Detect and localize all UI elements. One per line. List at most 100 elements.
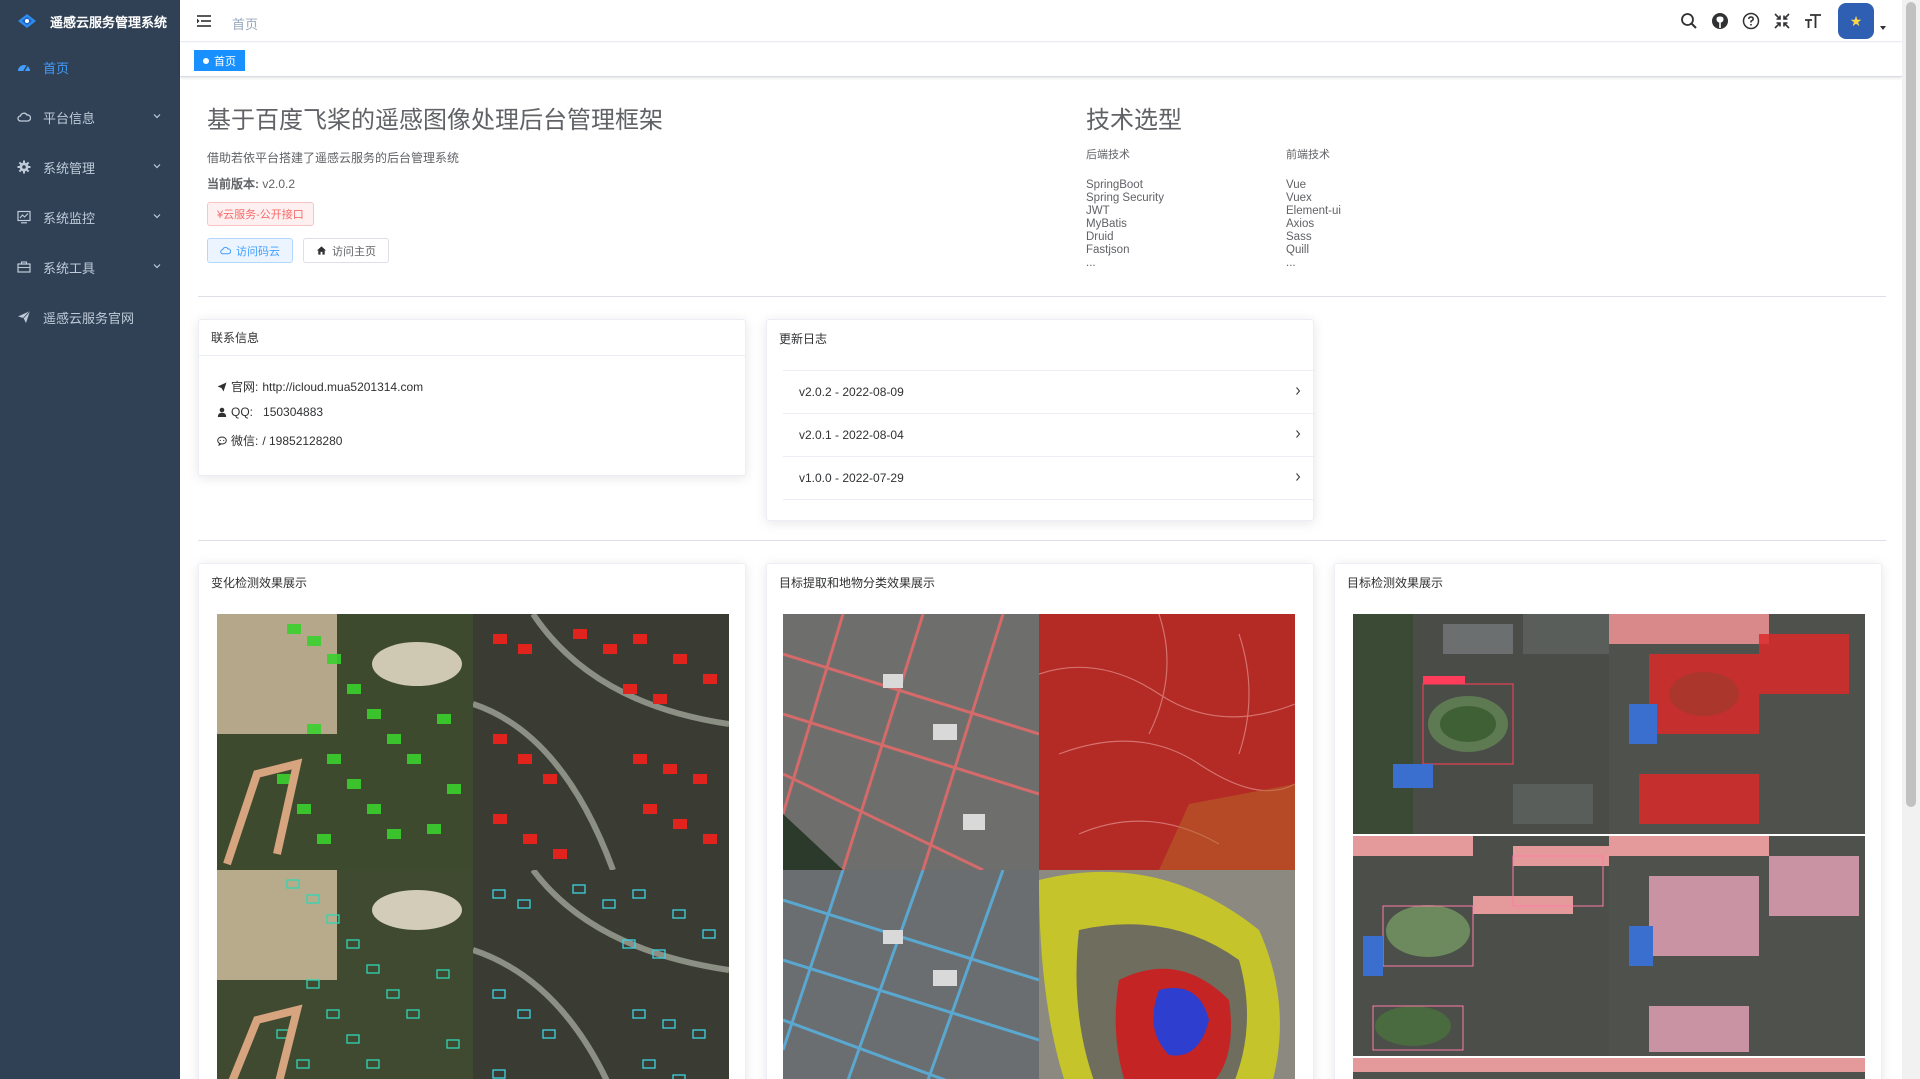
font-size-icon[interactable] [1803,11,1823,31]
contact-wechat: 微信: / 19852128280 [217,432,342,449]
tech-item: Quill [1286,244,1310,256]
changelog-card: 更新日志 v2.0.2 - 2022-08-09 v2.0.1 - 2022-0… [766,319,1315,521]
tech-item: MyBatis [1086,218,1127,230]
version-label: 当前版本: [207,177,259,191]
site-value[interactable]: http://icloud.mua5201314.com [262,380,423,394]
app-title: 遥感云服务管理系统 [50,14,168,30]
chat-icon [217,436,227,446]
chevron-down-icon [152,211,162,221]
version-info: 当前版本: v2.0.2 [207,175,295,192]
qq-value: 150304883 [263,405,324,419]
main-content: 基于百度飞桨的遥感图像处理后台管理框架 借助若依平台搭建了遥感云服务的后台管理系… [180,78,1902,1079]
intro-description: 借助若依平台搭建了遥感云服务的后台管理系统 [207,151,460,165]
caret-down-icon[interactable] [1878,23,1888,33]
breadcrumb[interactable]: 首页 [232,14,258,33]
sidebar-item-system-monitor[interactable]: 系统监控 [0,192,180,242]
tech-item: Vue [1286,179,1307,191]
contact-site: 官网: http://icloud.mua5201314.com [217,378,423,395]
backend-title: 后端技术 [1086,149,1130,161]
wechat-value: / 19852128280 [262,433,343,448]
wechat-label: 微信: [231,434,259,448]
active-dot [203,57,209,64]
changelog-item[interactable]: v2.0.1 - 2022-08-04 [783,413,1315,455]
change-detection-image [217,614,473,870]
tech-item: Sass [1286,231,1312,243]
hamburger-icon[interactable] [196,13,212,29]
change-detection-image [217,870,473,1079]
chevron-down-icon [152,111,162,121]
detection-card: 目标检测效果展示 [1334,563,1882,1079]
button-label: 访问码云 [236,245,280,258]
sidebar: 遥感云服务管理系统 首页 平台信息 系统管理 系统监控 系统工具 遥感云服务官网 [0,0,180,1079]
intro-section: 基于百度飞桨的遥感图像处理后台管理框架 借助若依平台搭建了遥感云服务的后台管理系… [207,78,1897,297]
tech-item: Vuex [1286,192,1312,204]
changelog-label: v1.0.0 - 2022-07-29 [799,470,904,485]
divider [783,499,1315,500]
logo[interactable]: 遥感云服务管理系统 [0,0,180,42]
visit-home-button[interactable]: 访问主页 [303,238,389,263]
tech-item: Druid [1086,231,1114,243]
sidebar-item-label: 系统管理 [43,160,96,176]
dashboard-icon [17,60,31,74]
sidebar-item-label: 首页 [43,60,70,76]
sidebar-item-home[interactable]: 首页 [0,42,180,92]
qq-label: QQ: [231,405,254,419]
question-icon[interactable] [1741,11,1761,31]
sidebar-item-label: 平台信息 [43,110,96,126]
chevron-down-icon [152,161,162,171]
tags-view: 首页 [180,43,1902,77]
scrollbar-thumb[interactable] [1906,2,1916,807]
fullscreen-exit-icon[interactable] [1772,11,1792,31]
github-icon[interactable] [1710,11,1730,31]
cloud-icon [220,246,231,255]
send-icon [17,310,31,324]
detection-image [1353,614,1609,834]
segmentation-image [1039,614,1295,870]
card-title: 目标提取和地物分类效果展示 [779,575,936,590]
tech-item: Axios [1286,218,1315,230]
changelog-item[interactable]: v2.0.2 - 2022-08-09 [783,370,1315,412]
divider [198,540,1886,541]
tech-item: SpringBoot [1086,179,1143,191]
backend-column: 后端技术 SpringBoot Spring Security JWT MyBa… [1086,146,1164,270]
star-icon: ★ [1849,12,1863,29]
chevron-right-icon [1293,429,1303,439]
user-icon [217,407,227,417]
gear-icon [17,160,31,174]
sidebar-item-label: 系统工具 [43,260,96,276]
sidebar-item-system-tools[interactable]: 系统工具 [0,242,180,292]
chevron-right-icon [1293,386,1303,396]
cloud-icon [17,110,31,124]
sidebar-item-official-site[interactable]: 遥感云服务官网 [0,292,180,342]
tech-item: ... [1286,257,1296,269]
avatar[interactable]: ★ [1838,3,1874,39]
changelog-item[interactable]: v1.0.0 - 2022-07-29 [783,456,1315,498]
chevron-down-icon [152,261,162,271]
toolbox-icon [17,260,31,274]
sidebar-item-system-management[interactable]: 系统管理 [0,142,180,192]
search-icon[interactable] [1679,11,1699,31]
frontend-title: 前端技术 [1286,149,1330,161]
chevron-right-icon [1293,472,1303,482]
logo-icon [16,13,38,29]
tag-home[interactable]: 首页 [194,50,245,71]
segmentation-image [1039,870,1295,1079]
detection-image [1353,1058,1865,1079]
card-title: 更新日志 [779,331,828,346]
tech-item: ... [1086,257,1096,269]
version-value: v2.0.2 [259,177,296,191]
tech-item: JWT [1086,205,1110,217]
home-icon [316,246,327,255]
visit-gitee-button[interactable]: 访问码云 [207,238,293,263]
monitor-icon [17,210,31,224]
card-title: 变化检测效果展示 [211,575,308,590]
sidebar-item-platform-info[interactable]: 平台信息 [0,92,180,142]
changelog-label: v2.0.2 - 2022-08-09 [799,384,904,399]
page-title: 基于百度飞桨的遥感图像处理后台管理框架 [207,107,663,134]
contact-card: 联系信息 官网: http://icloud.mua5201314.com QQ… [198,319,746,476]
scrollbar[interactable] [1902,0,1920,1079]
change-detection-image [473,870,729,1079]
detection-image [1609,614,1865,834]
site-label: 官网: [231,380,259,394]
detection-image [1609,836,1865,1056]
